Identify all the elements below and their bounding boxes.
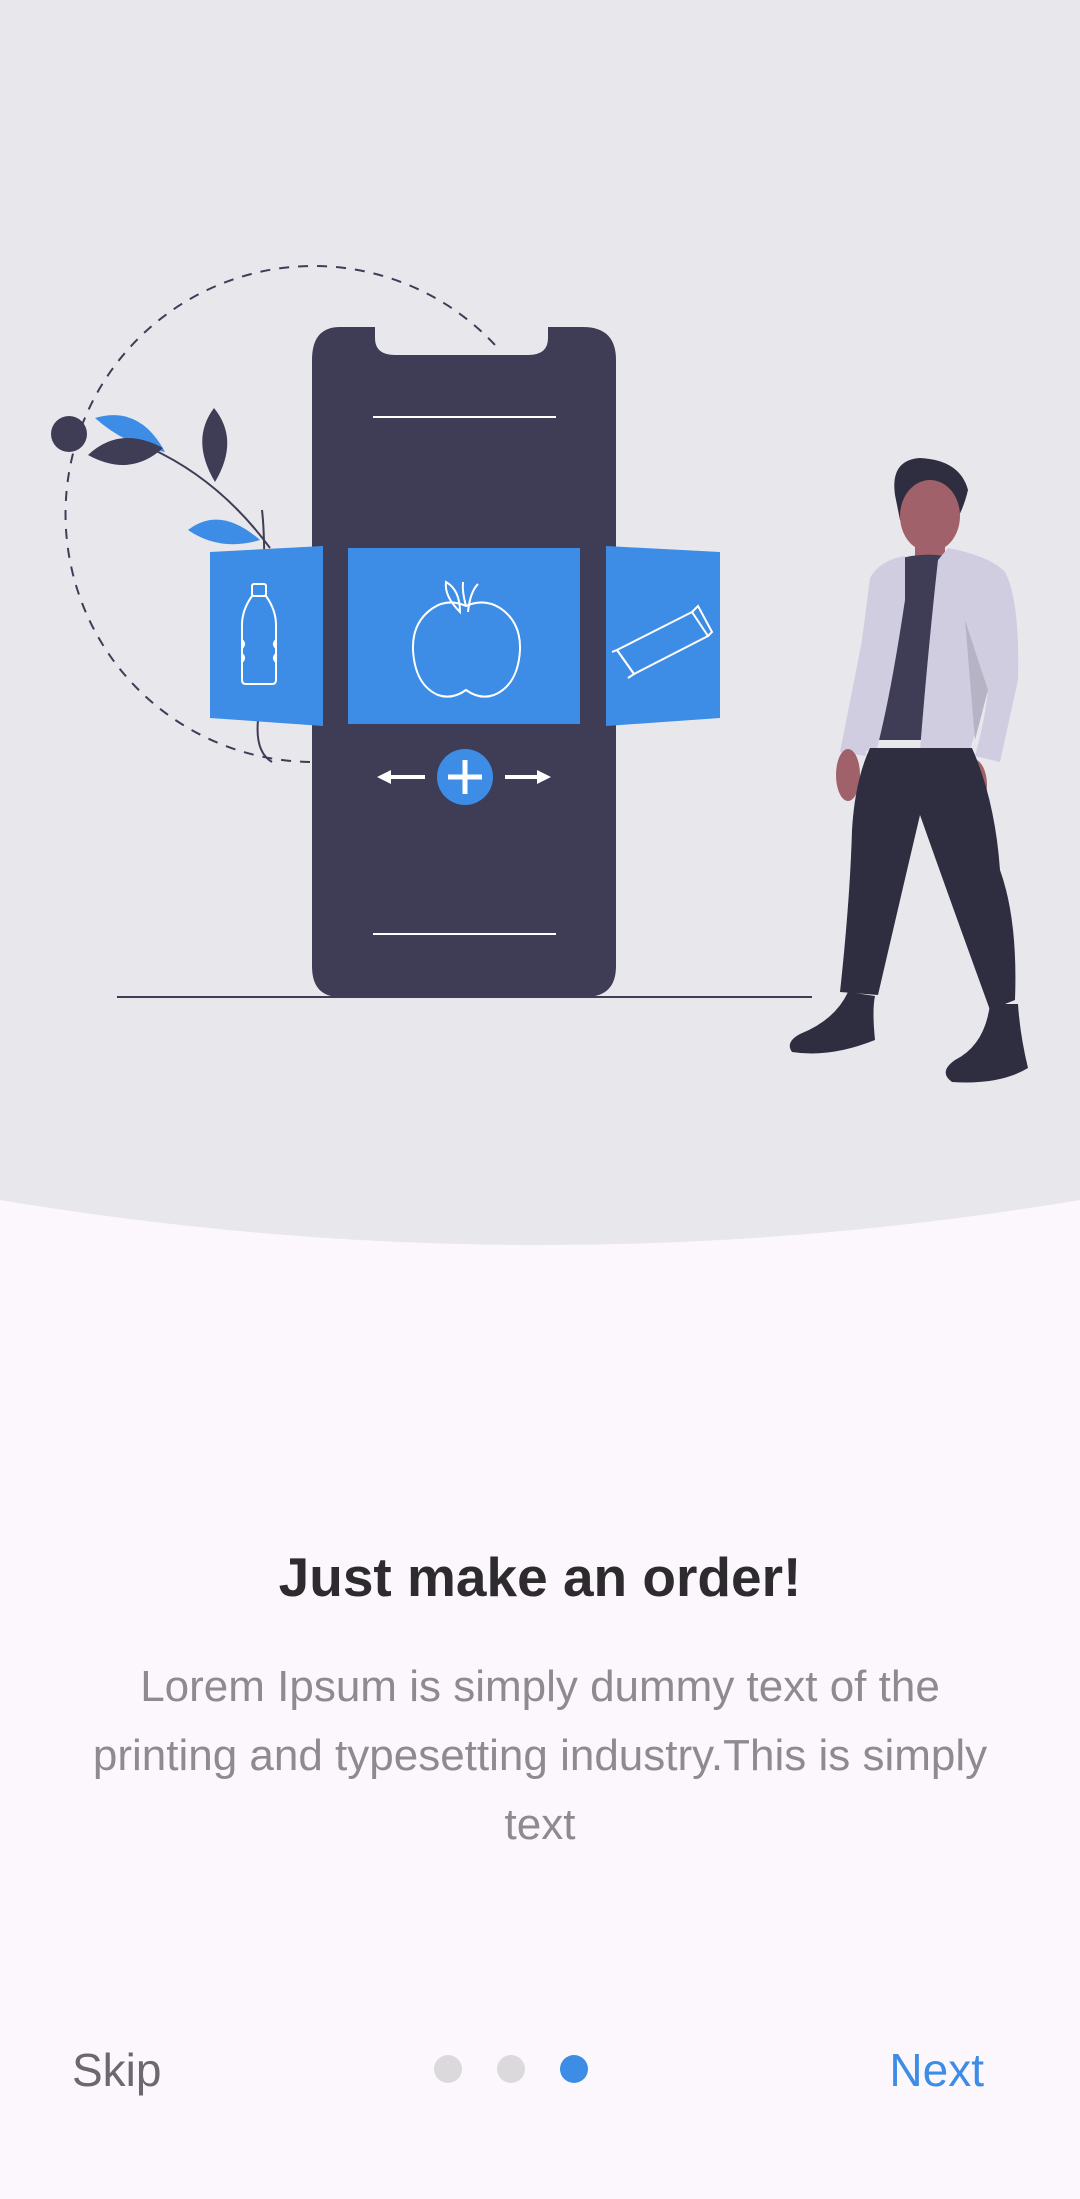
onboarding-illustration xyxy=(0,0,1080,1260)
snack-bar-card xyxy=(606,546,720,726)
onboarding-description: Lorem Ipsum is simply dummy text of the … xyxy=(92,1662,988,1849)
page-dot[interactable] xyxy=(497,2055,525,2083)
apple-card xyxy=(348,548,580,724)
bottle-card xyxy=(210,546,323,726)
skip-button[interactable]: Skip xyxy=(72,2038,161,2102)
onboarding-title: Just make an order! xyxy=(278,1546,802,1608)
onboarding-navigation-bar: Skip Next xyxy=(0,2030,1080,2110)
page-indicator xyxy=(434,2055,594,2085)
next-button[interactable]: Next xyxy=(889,2038,984,2102)
page-dot-active[interactable] xyxy=(560,2055,588,2083)
page-dot[interactable] xyxy=(434,2055,462,2083)
